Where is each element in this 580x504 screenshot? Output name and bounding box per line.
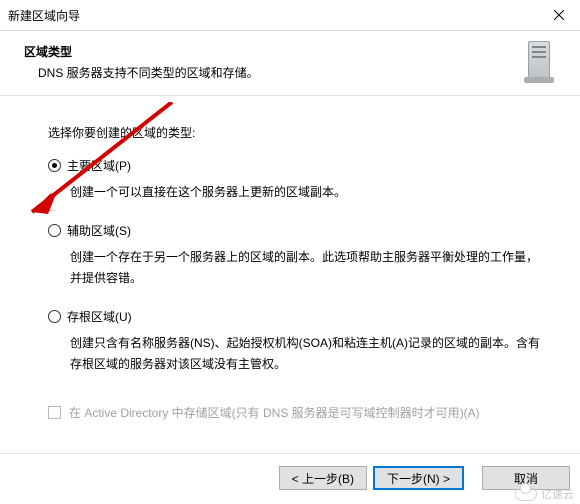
wizard-header: 区域类型 DNS 服务器支持不同类型的区域和存储。 (0, 31, 580, 95)
radio-secondary-desc: 创建一个存在于另一个服务器上的区域的副本。此选项帮助主服务器平衡处理的工作量，并… (48, 245, 556, 300)
close-icon (554, 7, 564, 23)
cancel-button[interactable]: 取消 (482, 466, 570, 490)
radio-icon (48, 159, 61, 172)
ad-storage-checkbox: 在 Active Directory 中存储区域(只有 DNS 服务器是可写域控… (48, 404, 556, 421)
header-text: 区域类型 DNS 服务器支持不同类型的区域和存储。 (20, 41, 259, 83)
radio-primary[interactable]: 主要区域(P) (48, 157, 556, 174)
radio-primary-label: 主要区域(P) (67, 157, 131, 174)
radio-secondary[interactable]: 辅助区域(S) (48, 222, 556, 239)
header-subtitle: DNS 服务器支持不同类型的区域和存储。 (20, 64, 259, 81)
divider (0, 453, 580, 454)
ad-storage-label: 在 Active Directory 中存储区域(只有 DNS 服务器是可写域控… (69, 404, 480, 421)
zone-type-group: 主要区域(P) 创建一个可以直接在这个服务器上更新的区域副本。 辅助区域(S) … (48, 157, 556, 386)
close-button[interactable] (538, 1, 580, 29)
prompt-text: 选择你要创建的区域的类型: (48, 124, 556, 141)
radio-stub[interactable]: 存根区域(U) (48, 308, 556, 325)
radio-secondary-label: 辅助区域(S) (67, 222, 131, 239)
radio-stub-desc: 创建只含有名称服务器(NS)、起始授权机构(SOA)和粘连主机(A)记录的区域的… (48, 331, 556, 386)
radio-stub-label: 存根区域(U) (67, 308, 132, 325)
window-title: 新建区域向导 (8, 7, 80, 24)
wizard-body: 选择你要创建的区域的类型: 主要区域(P) 创建一个可以直接在这个服务器上更新的… (0, 96, 580, 421)
radio-icon (48, 310, 61, 323)
titlebar: 新建区域向导 (0, 0, 580, 30)
server-icon (520, 41, 560, 83)
checkbox-icon (48, 406, 61, 419)
next-button[interactable]: 下一步(N) > (373, 466, 464, 490)
radio-icon (48, 224, 61, 237)
button-bar: < 上一步(B) 下一步(N) > 取消 (279, 466, 570, 490)
radio-primary-desc: 创建一个可以直接在这个服务器上更新的区域副本。 (48, 180, 556, 214)
header-title: 区域类型 (20, 43, 259, 60)
back-button[interactable]: < 上一步(B) (279, 466, 367, 490)
